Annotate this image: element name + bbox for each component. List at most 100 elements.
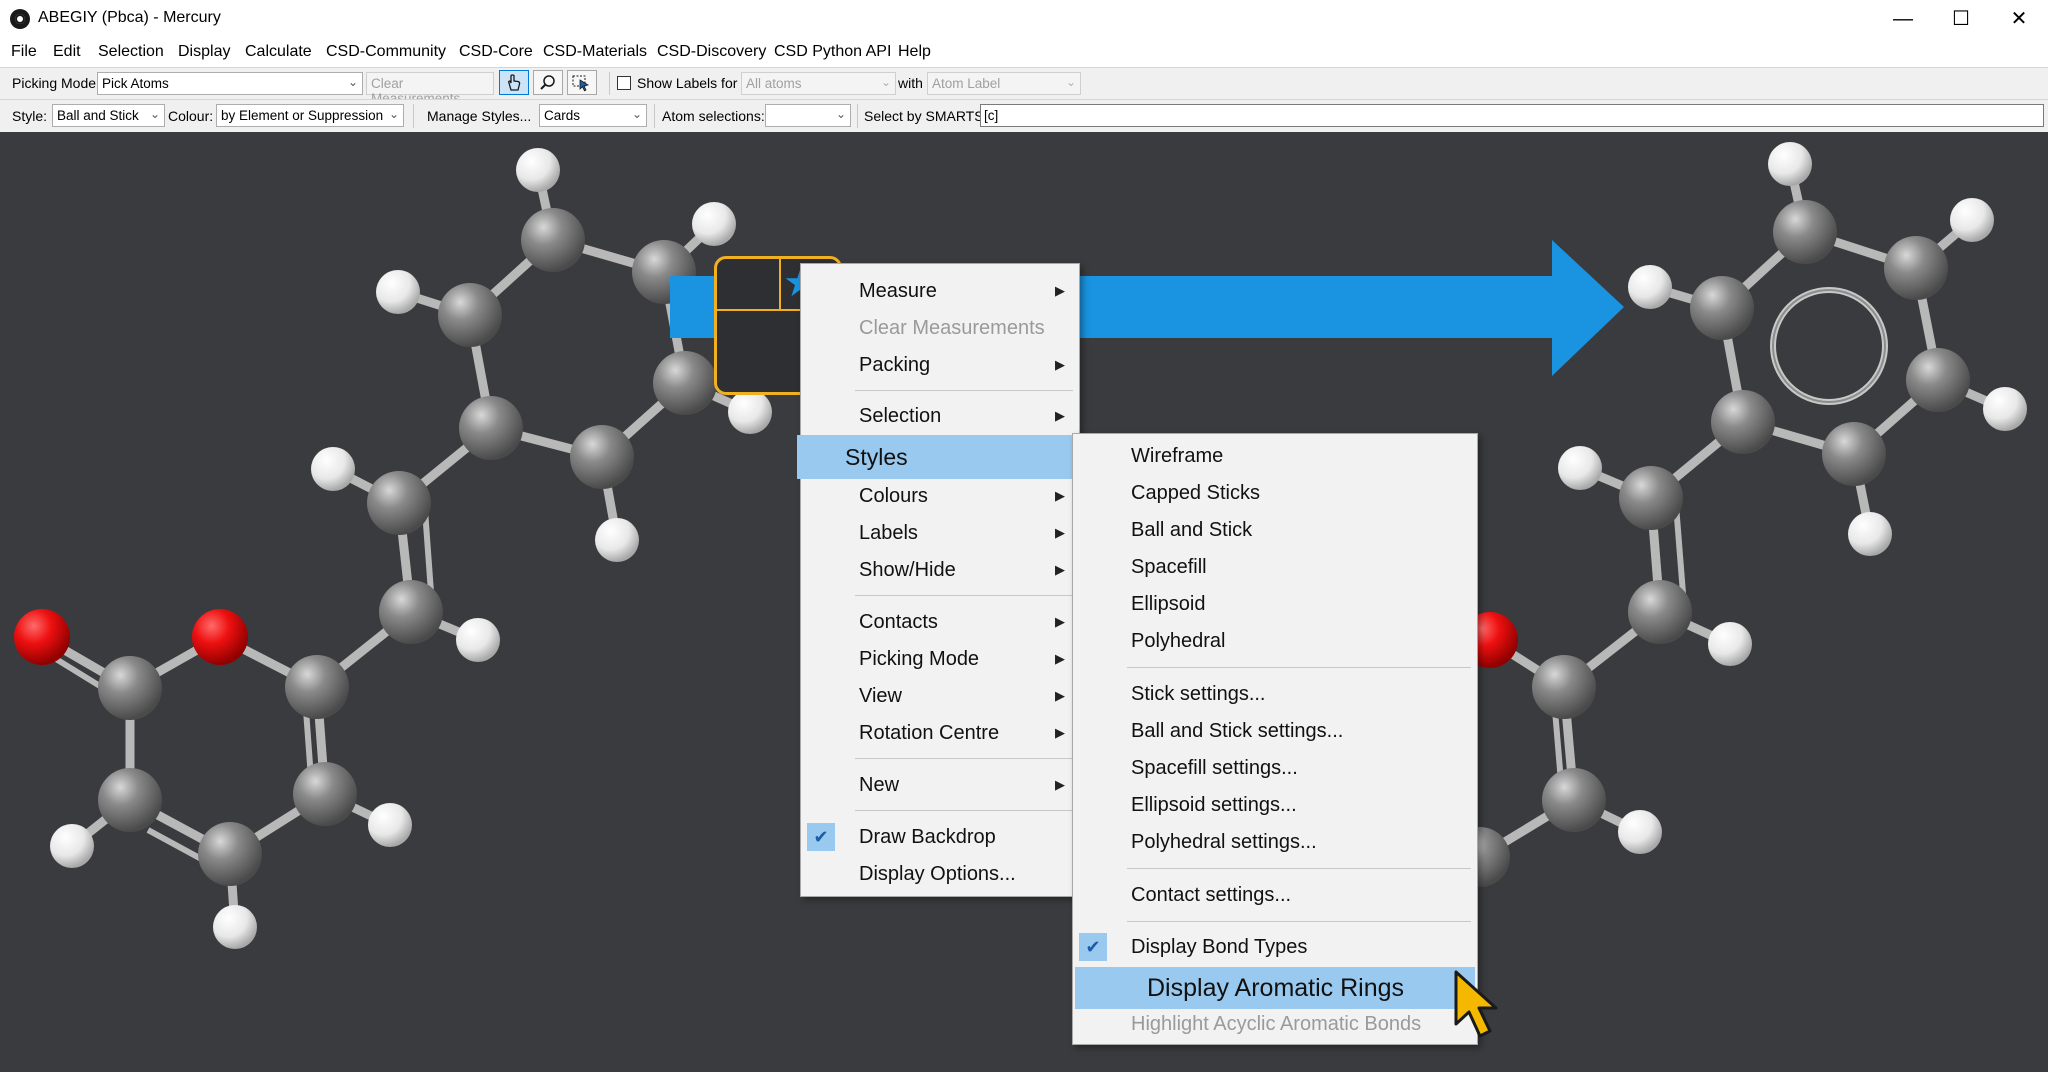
popup-divider [779,259,781,311]
submenu-arrow-icon: ▶ [1055,688,1065,703]
picking-mode-value: Pick Atoms [102,76,169,91]
menu-item-label: View [859,685,902,707]
menu-item-picking-mode[interactable]: Picking Mode ▶ [801,641,1079,677]
menu-separator [1127,667,1471,668]
menu-item-label: Styles [845,444,908,470]
menu-item-label: Highlight Acyclic Aromatic Bonds [1131,1013,1422,1035]
select-tool-button[interactable] [567,70,597,95]
menu-item-measure[interactable]: Measure ▶ [801,273,1079,309]
submenu-item-polyhedral-settings[interactable]: Polyhedral settings... [1073,824,1477,860]
show-labels-checkbox[interactable] [617,76,631,90]
label-type-combo[interactable]: Atom Label ⌄ [927,72,1081,95]
pick-pointer-button[interactable] [499,70,529,95]
submenu-arrow-icon: ▶ [1055,651,1065,666]
menu-csd-materials[interactable]: CSD-Materials [543,43,647,61]
menu-item-selection[interactable]: Selection ▶ [801,398,1079,434]
cards-value: Cards [544,108,581,123]
menu-edit[interactable]: Edit [53,43,81,61]
manage-styles-button[interactable]: Manage Styles... [427,108,531,124]
submenu-item-wireframe[interactable]: Wireframe [1073,438,1477,474]
submenu-item-ball-and-stick[interactable]: Ball and Stick [1073,512,1477,548]
submenu-item-ellipsoid[interactable]: Ellipsoid [1073,586,1477,622]
menu-item-colours[interactable]: Colours ▶ [801,478,1079,514]
picking-mode-combo[interactable]: Pick Atoms ⌄ [97,72,363,95]
menu-help[interactable]: Help [898,43,931,61]
menu-separator [855,390,1073,391]
menu-item-label: Spacefill settings... [1131,757,1298,779]
menu-item-label: Ball and Stick [1131,519,1253,541]
menu-item-clear-measurements: Clear Measurements [801,310,1079,346]
chevron-down-icon: ⌄ [388,107,399,121]
menu-item-packing[interactable]: Packing ▶ [801,347,1079,383]
menu-item-display-options[interactable]: Display Options... [801,856,1079,892]
menu-item-rotation-centre[interactable]: Rotation Centre ▶ [801,715,1079,751]
menu-csd-discovery[interactable]: CSD-Discovery [657,43,766,61]
menu-item-label: Draw Backdrop [859,826,996,848]
menu-csd-core[interactable]: CSD-Core [459,43,533,61]
toolbar-style: Style: Ball and Stick ⌄ Colour: by Eleme… [0,99,2048,133]
submenu-arrow-icon: ▶ [1055,725,1065,740]
hand-pointer-icon [508,74,521,91]
menu-separator [855,758,1073,759]
minimize-icon[interactable]: — [1874,0,1932,38]
chevron-down-icon: ⌄ [1065,75,1076,89]
submenu-item-stick-settings[interactable]: Stick settings... [1073,676,1477,712]
atom-selections-combo[interactable]: ⌄ [765,104,851,127]
menu-item-labels[interactable]: Labels ▶ [801,515,1079,551]
chevron-down-icon: ⌄ [149,107,160,121]
close-icon[interactable]: ✕ [1990,0,2048,38]
menu-csd-community[interactable]: CSD-Community [326,43,446,61]
submenu-arrow-icon: ▶ [1055,283,1065,298]
menu-csd-python-api[interactable]: CSD Python API [774,43,891,61]
menu-item-label: Wireframe [1131,445,1224,467]
menu-item-contacts[interactable]: Contacts ▶ [801,604,1079,640]
toolbar-picking: Picking Mode: Pick Atoms ⌄ Clear Measure… [0,67,2048,106]
title-bar: ABEGIY (Pbca) - Mercury — ☐ ✕ [0,0,2048,39]
menu-item-label: Rotation Centre [859,722,1000,744]
menu-item-label: Ellipsoid [1131,593,1206,615]
show-labels-label: Show Labels for [637,75,738,91]
submenu-item-display-bond-types[interactable]: ✔ Display Bond Types [1073,929,1477,965]
clear-measurements-button[interactable]: Clear Measurements [366,72,494,106]
menu-item-new[interactable]: New ▶ [801,767,1079,803]
menu-calculate[interactable]: Calculate [245,43,312,61]
menu-item-draw-backdrop[interactable]: ✔ Draw Backdrop [801,819,1079,855]
menu-item-label: Stick settings... [1131,683,1266,705]
style-combo[interactable]: Ball and Stick ⌄ [52,104,165,127]
menu-item-label: Contacts [859,611,938,633]
submenu-item-capped-sticks[interactable]: Capped Sticks [1073,475,1477,511]
submenu-item-contact-settings[interactable]: Contact settings... [1073,877,1477,913]
colour-label: Colour: [168,108,214,124]
menu-item-show-hide[interactable]: Show/Hide ▶ [801,552,1079,588]
submenu-item-spacefill[interactable]: Spacefill [1073,549,1477,585]
right-double-bonds [1552,504,1687,795]
submenu-item-polyhedral[interactable]: Polyhedral [1073,623,1477,659]
maximize-icon[interactable]: ☐ [1932,0,1990,38]
menu-item-label: Labels [859,522,918,544]
aromatic-ring-outline [1772,289,1886,403]
submenu-item-spacefill-settings[interactable]: Spacefill settings... [1073,750,1477,786]
checkmark-icon: ✔ [807,823,835,851]
submenu-arrow-icon: ▶ [1055,562,1065,577]
menu-display[interactable]: Display [178,43,230,61]
submenu-item-ellipsoid-settings[interactable]: Ellipsoid settings... [1073,787,1477,823]
style-value: Ball and Stick [57,108,139,123]
colour-combo[interactable]: by Element or Suppression ⌄ [216,104,404,127]
mercury-app-icon [10,9,30,29]
submenu-item-ball-and-stick-settings[interactable]: Ball and Stick settings... [1073,713,1477,749]
menu-item-label: Capped Sticks [1131,482,1260,504]
cards-combo[interactable]: Cards ⌄ [539,104,647,127]
menu-selection[interactable]: Selection [98,43,164,61]
submenu-arrow-icon: ▶ [1055,777,1065,792]
menu-file[interactable]: File [11,43,37,61]
menu-item-styles[interactable]: Styles ▶ [797,435,1109,479]
menu-item-view[interactable]: View ▶ [801,678,1079,714]
submenu-item-display-aromatic-rings[interactable]: Display Aromatic Rings [1075,967,1475,1009]
submenu-arrow-icon: ▶ [1055,525,1065,540]
menu-bar: File Edit Selection Display Calculate CS… [0,38,2048,67]
show-labels-combo[interactable]: All atoms ⌄ [741,72,896,95]
menu-item-label: Colours [859,485,928,507]
zoom-tool-button[interactable] [533,70,563,95]
smarts-input[interactable]: [c] [980,104,2044,127]
checkmark-icon: ✔ [1079,933,1107,961]
